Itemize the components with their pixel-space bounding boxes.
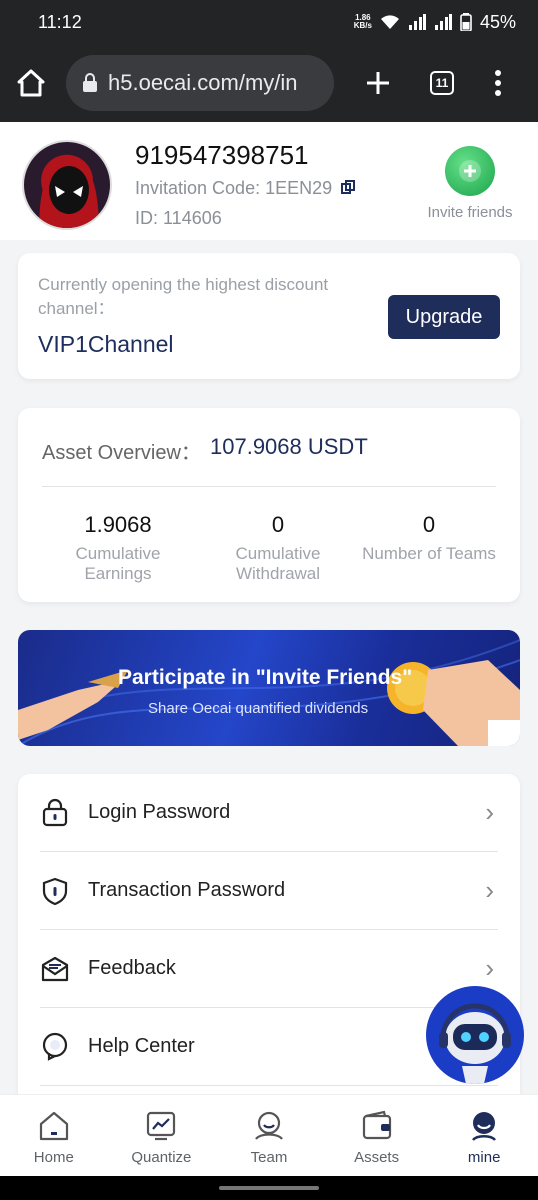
url-text: h5.oecai.com/my/in (108, 70, 298, 95)
stat-value: 1.9068 (84, 512, 152, 537)
nav-label: Assets (354, 1149, 400, 1166)
nav-label: Quantize (131, 1149, 192, 1166)
signal-icon (408, 14, 426, 30)
team-icon (255, 1111, 283, 1140)
invite-friends-banner[interactable]: Participate in "Invite Friends" Share Oe… (18, 630, 520, 746)
avatar-image (39, 158, 99, 228)
status-bar: 11:12 1.86 KB/s 45% (0, 0, 538, 44)
stat-cumulative-earnings: 1.9068 Cumulative Earnings (43, 512, 193, 584)
divider (42, 486, 496, 487)
gesture-handle[interactable] (219, 1186, 319, 1190)
bottom-navigation: Home Quantize Team Assets mine (0, 1094, 538, 1176)
new-tab-button[interactable] (364, 69, 392, 97)
nav-label: Team (250, 1149, 288, 1166)
user-icon (472, 1112, 497, 1141)
avatar[interactable] (22, 140, 112, 230)
network-speed: 1.86 KB/s (354, 14, 372, 30)
invitation-code: Invitation Code: 1EEN29 (135, 178, 356, 199)
menu-item-label: Login Password (88, 801, 231, 823)
shield-icon (42, 877, 68, 905)
customer-service-robot-button[interactable] (426, 986, 524, 1084)
invite-friends-label: Invite friends (427, 204, 513, 221)
chevron-right-icon: › (485, 875, 494, 905)
more-menu-icon[interactable] (494, 69, 502, 97)
asset-overview-card: Asset Overview： 107.9068 USDT 1.9068 Cum… (18, 408, 520, 602)
nav-item-assets[interactable]: Assets (323, 1095, 431, 1176)
stat-label: Number of Teams (362, 544, 496, 563)
chevron-right-icon: › (485, 953, 494, 983)
wallet-icon (362, 1110, 391, 1140)
nav-label: Home (33, 1149, 74, 1166)
system-gesture-bar (0, 1176, 538, 1200)
help-icon (42, 1032, 68, 1061)
banner-title: Participate in "Invite Friends" (118, 666, 413, 689)
signal-icon-2 (434, 14, 452, 30)
lock-icon (83, 73, 97, 92)
battery-icon (460, 13, 472, 31)
add-user-icon (459, 160, 481, 182)
profile-header: 919547398751 Invitation Code: 1EEN29 ID:… (0, 122, 538, 240)
home-button[interactable] (14, 66, 48, 100)
tab-switcher-button[interactable]: 11 (430, 71, 454, 95)
vip-channel-name: VIP1Channel (38, 331, 174, 357)
nav-item-home[interactable]: Home (0, 1095, 108, 1176)
robot-icon (439, 1003, 511, 1084)
banner-subtitle: Share Oecai quantified dividends (148, 700, 369, 717)
nav-item-quantize[interactable]: Quantize (108, 1095, 216, 1176)
chevron-right-icon: › (485, 797, 494, 827)
page-content: 919547398751 Invitation Code: 1EEN29 ID:… (0, 122, 538, 1094)
stat-label: Cumulative Earnings (75, 544, 161, 583)
invite-friends-button[interactable]: Invite friends (420, 146, 520, 221)
nav-item-team[interactable]: Team (215, 1095, 323, 1176)
battery-level: 45% (479, 11, 516, 32)
chart-icon (147, 1111, 176, 1141)
asset-overview-value: 107.9068 USDT (210, 434, 368, 459)
status-time: 11:12 (38, 11, 82, 32)
address-bar[interactable]: h5.oecai.com/my/in (66, 55, 334, 111)
stat-label: Cumulative Withdrawal (235, 544, 321, 583)
user-id: ID: 114606 (135, 208, 222, 228)
stat-value: 0 (422, 512, 436, 537)
home-icon (39, 1111, 68, 1141)
invitation-code-text: Invitation Code: 1EEN29 (135, 178, 333, 198)
network-speed-unit: KB/s (353, 21, 372, 30)
feedback-icon (41, 956, 69, 981)
upgrade-button[interactable]: Upgrade (388, 295, 500, 339)
user-phone: 919547398751 (135, 140, 309, 170)
menu-item-login-password[interactable]: Login Password › (40, 774, 498, 852)
wifi-icon (380, 15, 399, 29)
stat-value: 0 (271, 512, 285, 537)
stat-cumulative-withdrawal: 0 Cumulative Withdrawal (203, 512, 353, 584)
invite-icon (445, 146, 495, 196)
browser-toolbar: h5.oecai.com/my/in 11 (0, 44, 538, 122)
menu-item-label: Transaction Password (88, 879, 286, 901)
status-indicators: 1.86 KB/s 45% (354, 12, 516, 33)
tab-count: 11 (430, 71, 454, 95)
vip-channel-card: Currently opening the highest discount c… (18, 253, 520, 379)
vip-description: Currently opening the highest discount c… (38, 275, 329, 318)
lock-icon (42, 798, 68, 826)
menu-item-feedback[interactable]: Feedback › (40, 930, 498, 1008)
stat-number-of-teams: 0 Number of Teams (354, 512, 504, 564)
copy-icon[interactable] (341, 180, 356, 194)
menu-item-label: Feedback (88, 957, 176, 979)
nav-label: mine (467, 1149, 501, 1166)
asset-overview-title: Asset Overview： (42, 442, 201, 464)
nav-item-mine[interactable]: mine (430, 1095, 538, 1176)
menu-item-transaction-password[interactable]: Transaction Password › (40, 852, 498, 930)
